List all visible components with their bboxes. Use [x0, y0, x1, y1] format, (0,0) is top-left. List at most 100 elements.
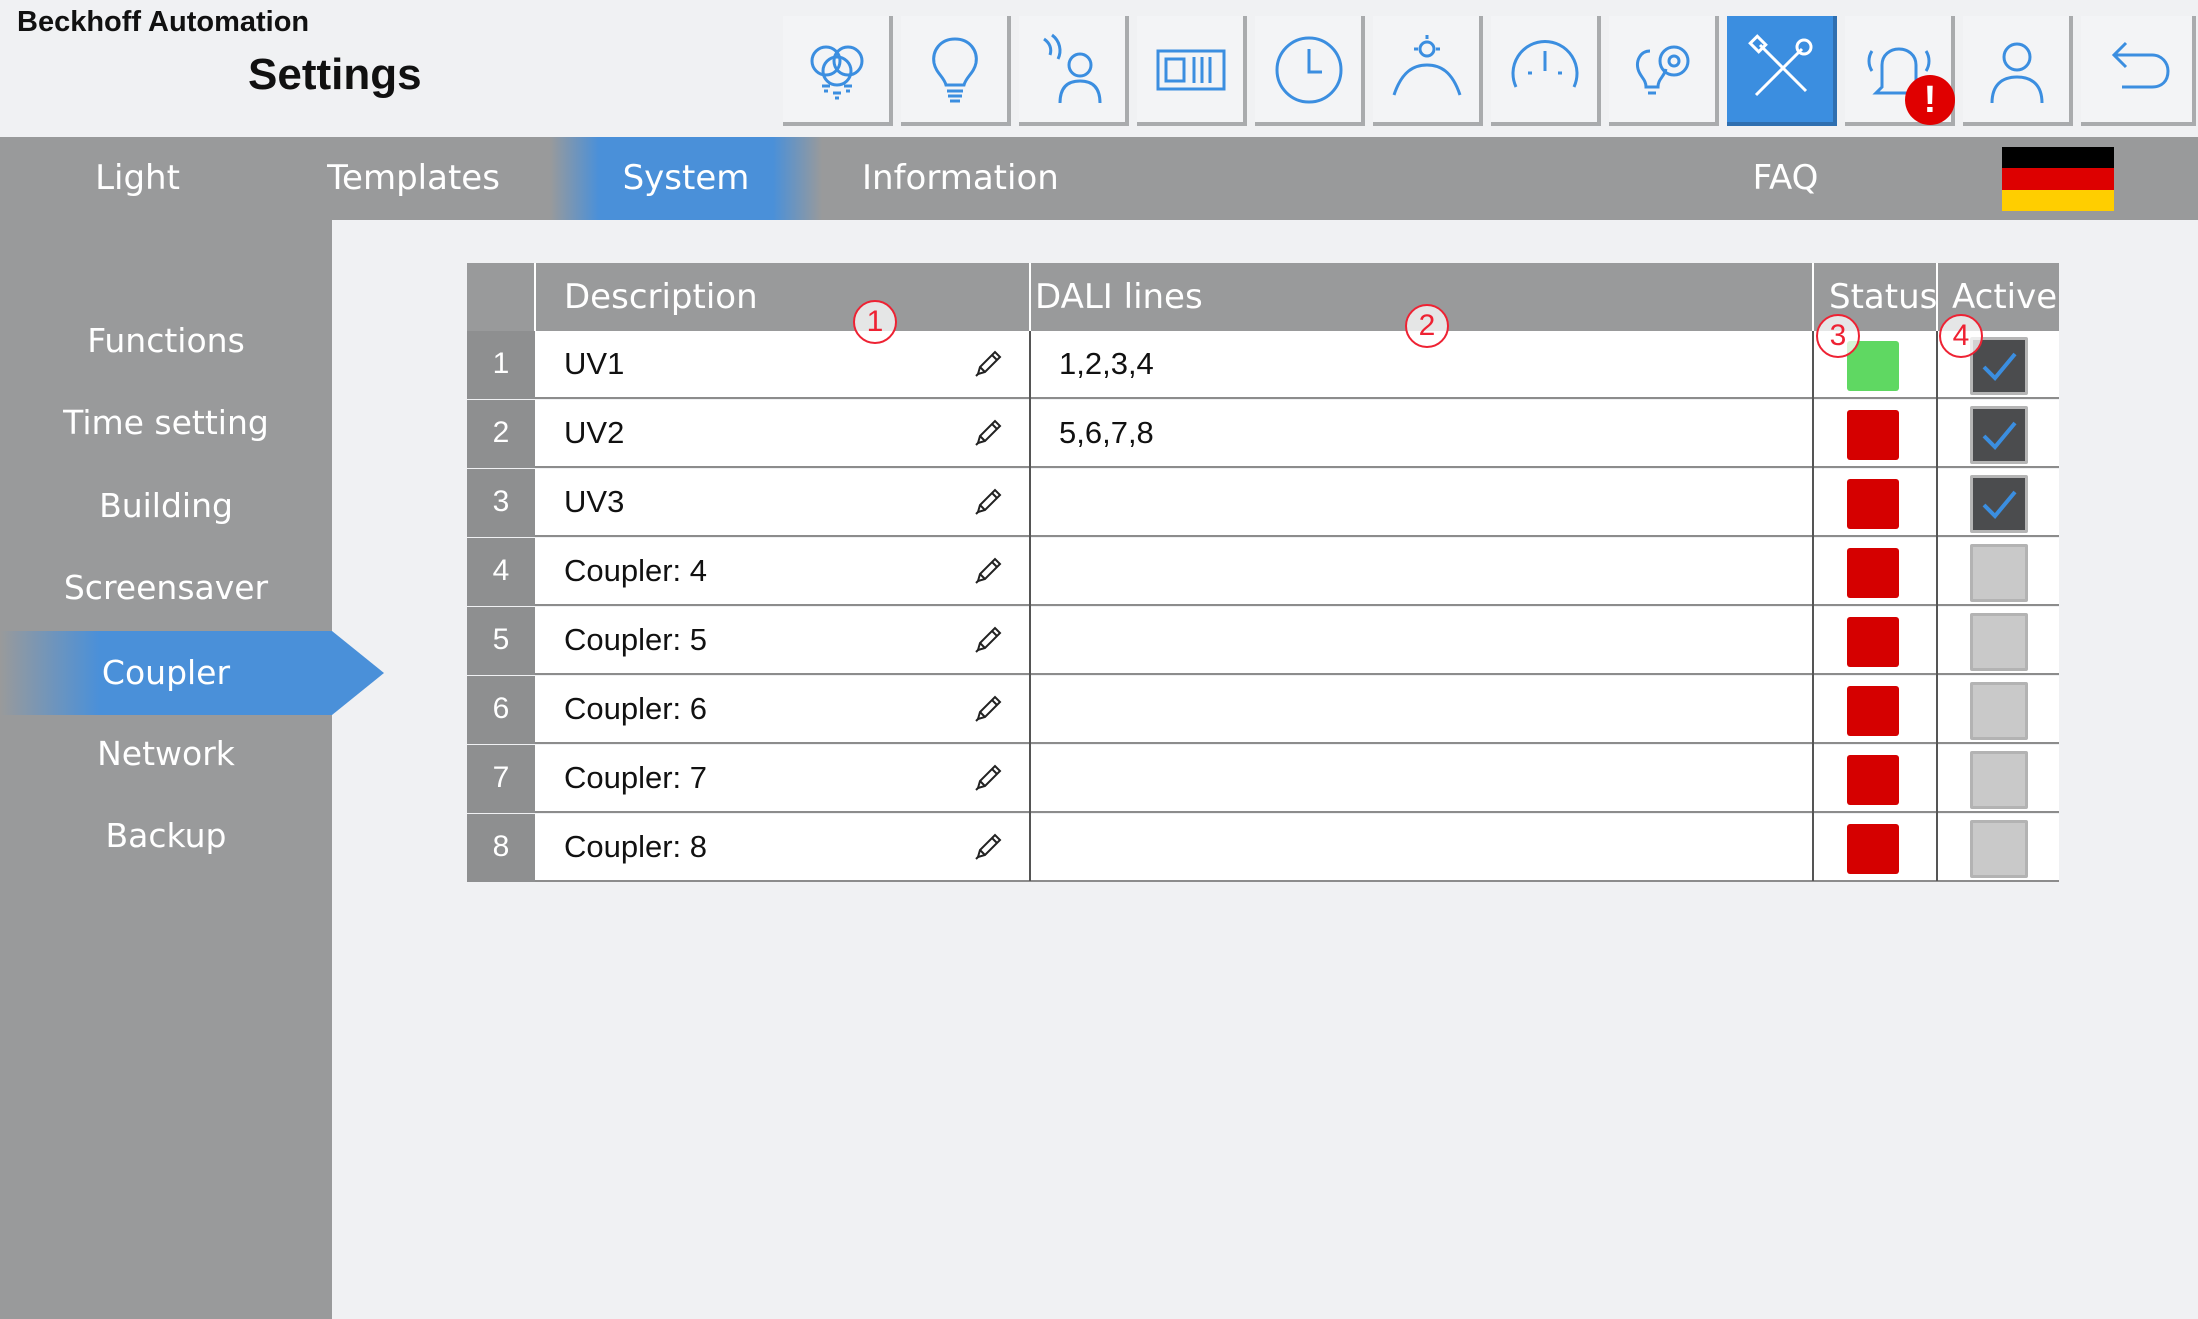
callout-marker: 2 — [1405, 304, 1449, 348]
presence-icon — [1043, 33, 1102, 104]
active-checkbox[interactable] — [1970, 406, 2028, 464]
table-row: 7 Coupler: 7 — [467, 745, 2059, 813]
dali-lines-value: 1,2,3,4 — [1059, 346, 1154, 381]
dali-lines-value: 5,6,7,8 — [1059, 415, 1154, 450]
sidebar-item-screensaver[interactable]: Screensaver — [0, 557, 332, 619]
callout-marker: 1 — [853, 300, 897, 344]
coupler-description: UV3 — [564, 484, 625, 519]
coupler-description: UV2 — [564, 415, 625, 450]
table-row: 6 Coupler: 6 — [467, 676, 2059, 744]
table-row: 3 UV3 — [467, 469, 2059, 537]
column-divider — [1029, 263, 1031, 331]
back-button[interactable] — [2081, 16, 2196, 126]
column-header-dali-lines: DALI lines — [1035, 277, 1203, 317]
lights-icon — [810, 45, 864, 100]
sidebar: Functions Time setting Building Screensa… — [0, 220, 332, 1319]
coupler-description: Coupler: 5 — [564, 622, 708, 657]
lights-button[interactable] — [783, 16, 893, 126]
row-number: 4 — [467, 538, 535, 606]
status-indicator — [1847, 617, 1899, 667]
coupler-description: Coupler: 8 — [564, 829, 708, 864]
clock-button[interactable] — [1255, 16, 1365, 126]
column-header-description: Description — [564, 277, 758, 317]
user-icon — [1990, 42, 2044, 104]
active-checkbox[interactable] — [1970, 475, 2028, 533]
tab-system[interactable]: System — [550, 137, 822, 220]
coupler-description: Coupler: 7 — [564, 760, 708, 795]
sidebar-item-building[interactable]: Building — [0, 475, 332, 537]
edit-pencil-icon[interactable] — [972, 555, 1004, 587]
edit-pencil-icon[interactable] — [972, 693, 1004, 725]
company-name: Beckhoff Automation — [17, 6, 310, 38]
tools-button[interactable] — [1727, 16, 1837, 126]
gauge-icon — [1511, 39, 1579, 88]
edit-pencil-icon[interactable] — [972, 417, 1004, 449]
row-number: 2 — [467, 400, 535, 468]
row-number: 1 — [467, 331, 535, 399]
sidebar-item-time-setting[interactable]: Time setting — [0, 392, 332, 454]
column-divider — [1936, 263, 1938, 331]
app-window: Beckhoff Automation Settings ! Light Tem… — [0, 0, 2198, 1319]
active-checkbox[interactable] — [1970, 613, 2028, 671]
edit-pencil-icon[interactable] — [972, 624, 1004, 656]
active-checkbox[interactable] — [1970, 682, 2028, 740]
sidebar-item-backup[interactable]: Backup — [0, 805, 332, 867]
checkmark-icon — [1982, 490, 2017, 519]
sidebar-item-network[interactable]: Network — [0, 723, 332, 785]
row-number: 5 — [467, 607, 535, 675]
gauge-button[interactable] — [1491, 16, 1601, 126]
daylight-icon — [1392, 35, 1462, 96]
sidebar-item-functions[interactable]: Functions — [0, 310, 332, 372]
status-indicator — [1847, 479, 1899, 529]
page-title: Settings — [248, 50, 422, 99]
edit-pencil-icon[interactable] — [972, 486, 1004, 518]
projector-icon — [1156, 49, 1226, 91]
table-row: 2 UV2 5,6,7,8 — [467, 400, 2059, 468]
callout-marker: 3 — [1816, 314, 1860, 358]
coupler-description: Coupler: 4 — [564, 553, 708, 588]
coupler-description: UV1 — [564, 346, 625, 381]
projector-button[interactable] — [1137, 16, 1247, 126]
tab-information[interactable]: Information — [862, 137, 1059, 220]
german-flag-icon[interactable] — [2002, 147, 2114, 211]
column-divider — [1812, 331, 1814, 881]
back-icon — [2111, 41, 2170, 89]
row-number: 3 — [467, 469, 535, 537]
row-number: 7 — [467, 745, 535, 813]
bulb-icon — [932, 37, 978, 103]
selected-arrow — [332, 631, 384, 715]
checkmark-icon — [1982, 352, 2017, 381]
daylight-button[interactable] — [1373, 16, 1483, 126]
status-indicator — [1847, 755, 1899, 805]
tools-icon — [1748, 34, 1813, 97]
table-row: 8 Coupler: 8 — [467, 814, 2059, 882]
sidebar-item-coupler[interactable]: Coupler — [0, 631, 332, 715]
row-number: 6 — [467, 676, 535, 744]
row-number: 8 — [467, 814, 535, 882]
tab-faq[interactable]: FAQ — [1688, 137, 1883, 220]
clock-icon — [1275, 36, 1343, 104]
bulb-button[interactable] — [901, 16, 1011, 126]
top-navigation: Light Templates System Information FAQ — [0, 137, 2198, 220]
tab-light[interactable]: Light — [40, 137, 235, 220]
active-checkbox[interactable] — [1970, 820, 2028, 878]
tab-templates[interactable]: Templates — [316, 137, 511, 220]
presence-button[interactable] — [1019, 16, 1129, 126]
column-divider — [534, 263, 536, 331]
status-indicator — [1847, 410, 1899, 460]
active-checkbox[interactable] — [1970, 544, 2028, 602]
status-indicator — [1847, 824, 1899, 874]
status-indicator — [1847, 548, 1899, 598]
edit-pencil-icon[interactable] — [972, 762, 1004, 794]
edit-pencil-icon[interactable] — [972, 348, 1004, 380]
column-divider — [1029, 331, 1031, 881]
table-row: 4 Coupler: 4 — [467, 538, 2059, 606]
edit-pencil-icon[interactable] — [972, 831, 1004, 863]
scene-button[interactable] — [1609, 16, 1719, 126]
user-button[interactable] — [1963, 16, 2073, 126]
coupler-description: Coupler: 6 — [564, 691, 708, 726]
scene-icon — [1636, 45, 1690, 95]
active-checkbox[interactable] — [1970, 751, 2028, 809]
column-divider — [1812, 263, 1814, 331]
status-indicator — [1847, 686, 1899, 736]
